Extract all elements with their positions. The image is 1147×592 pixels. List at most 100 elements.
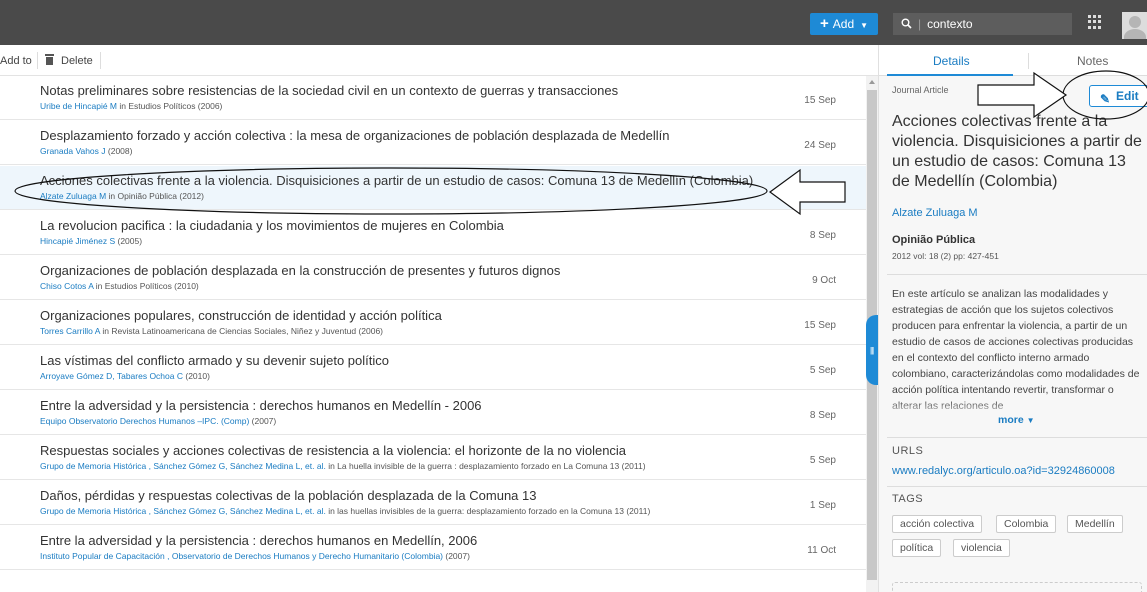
details-url-link[interactable]: www.redalyc.org/articulo.oa?id=329248600… xyxy=(892,465,1115,477)
document-title[interactable]: Acciones colectivas frente a la violenci… xyxy=(40,173,753,188)
document-date: 24 Sep xyxy=(804,140,836,151)
document-meta: Hincapié Jiménez S (2005) xyxy=(40,236,142,246)
tag-chip[interactable]: acción colectiva xyxy=(892,515,983,533)
document-title[interactable]: Las vístimas del conflicto armado y su d… xyxy=(40,353,389,368)
search-icon xyxy=(901,18,912,29)
details-journal: Opinião Pública xyxy=(892,234,976,246)
more-button[interactable]: more ▼ xyxy=(998,414,1035,426)
search-value: contexto xyxy=(927,17,973,31)
tag-chip[interactable]: Medellín xyxy=(1067,515,1123,533)
list-item[interactable]: La revolucion pacifica : la ciudadania y… xyxy=(0,211,866,255)
active-tab-indicator xyxy=(887,74,1013,76)
toolbar-divider xyxy=(37,52,38,69)
document-meta: Uribe de Hincapié M in Estudios Político… xyxy=(40,101,222,111)
pencil-icon: ✎ xyxy=(1100,92,1111,106)
details-author[interactable]: Alzate Zuluaga M xyxy=(892,207,978,219)
search-input[interactable]: | contexto xyxy=(893,13,1072,35)
document-meta: Arroyave Gómez D, Tabares Ochoa C (2010) xyxy=(40,371,210,381)
document-authors[interactable]: Grupo de Memoria Histórica , Sánchez Góm… xyxy=(40,461,326,471)
list-item[interactable]: Desplazamiento forzado y acción colectiv… xyxy=(0,121,866,165)
details-journal-meta: 2012 vol: 18 (2) pp: 427-451 xyxy=(892,251,999,261)
section-divider xyxy=(887,274,1147,275)
document-title[interactable]: Desplazamiento forzado y acción colectiv… xyxy=(40,128,669,143)
tab-details[interactable]: Details xyxy=(933,54,970,68)
document-source: (2007) xyxy=(249,416,277,426)
list-item[interactable]: Respuestas sociales y acciones colectiva… xyxy=(0,436,866,480)
list-item[interactable]: Daños, pérdidas y respuestas colectivas … xyxy=(0,481,866,525)
document-date: 8 Sep xyxy=(809,410,836,421)
document-title[interactable]: Entre la adversidad y la persistencia : … xyxy=(40,533,477,548)
document-authors[interactable]: Torres Carrillo A xyxy=(40,326,100,336)
document-authors[interactable]: Granada Vahos J xyxy=(40,146,106,156)
list-item[interactable]: Notas preliminares sobre resistencias de… xyxy=(0,76,866,120)
apps-grid-icon[interactable] xyxy=(1088,15,1102,29)
document-title[interactable]: Organizaciones populares, construcción d… xyxy=(40,308,442,323)
search-separator: | xyxy=(918,17,922,31)
document-title[interactable]: Entre la adversidad y la persistencia : … xyxy=(40,398,482,413)
list-item[interactable]: Entre la adversidad y la persistencia : … xyxy=(0,391,866,435)
document-source: in las huellas invisibles de la guerra: … xyxy=(325,506,651,516)
document-authors[interactable]: Chiso Cotos A xyxy=(40,281,93,291)
section-divider xyxy=(887,486,1147,487)
tag-chip[interactable]: política xyxy=(892,539,942,557)
document-date: 15 Sep xyxy=(804,320,836,331)
top-bar: + Add ▼ | contexto xyxy=(0,0,1147,45)
edit-button[interactable]: ✎ Edit xyxy=(1089,85,1147,107)
document-authors[interactable]: Arroyave Gómez D, Tabares Ochoa C xyxy=(40,371,183,381)
toolbar-divider xyxy=(100,52,101,69)
document-meta: Instituto Popular de Capacitación , Obse… xyxy=(40,551,470,561)
document-authors[interactable]: Hincapié Jiménez S xyxy=(40,236,115,246)
document-source: (2007) xyxy=(443,551,470,561)
document-title[interactable]: Organizaciones de población desplazada e… xyxy=(40,263,560,278)
document-date: 5 Sep xyxy=(809,365,836,376)
document-date: 8 Sep xyxy=(809,230,836,241)
list-item[interactable]: Organizaciones populares, construcción d… xyxy=(0,301,866,345)
chevron-down-icon: ▼ xyxy=(860,21,869,30)
document-authors[interactable]: Instituto Popular de Capacitación , Obse… xyxy=(40,551,443,561)
drop-zone[interactable] xyxy=(892,582,1142,592)
list-toolbar: Add to Delete xyxy=(0,45,878,76)
details-abstract: En este artículo se analizan las modalid… xyxy=(892,288,1140,412)
document-list: Notas preliminares sobre resistencias de… xyxy=(0,76,866,592)
tab-divider xyxy=(1028,53,1029,69)
list-item[interactable]: Entre la adversidad y la persistencia : … xyxy=(0,526,866,570)
document-source: (2010) xyxy=(183,371,210,381)
document-meta: Grupo de Memoria Histórica , Sánchez Góm… xyxy=(40,506,650,516)
document-title[interactable]: Respuestas sociales y acciones colectiva… xyxy=(40,443,626,458)
document-type: Journal Article xyxy=(892,85,949,95)
list-item-selected[interactable]: Acciones colectivas frente a la violenci… xyxy=(0,166,866,210)
document-meta: Torres Carrillo A in Revista Latinoameri… xyxy=(40,326,383,336)
document-title[interactable]: Daños, pérdidas y respuestas colectivas … xyxy=(40,488,536,503)
tag-chip[interactable]: Colombia xyxy=(996,515,1057,533)
document-meta: Equipo Observatorio Derechos Humanos –IP… xyxy=(40,416,276,426)
document-date: 24 Sep xyxy=(804,185,836,196)
list-item[interactable]: Las vístimas del conflicto armado y su d… xyxy=(0,346,866,390)
tag-chip[interactable]: violencia xyxy=(953,539,1010,557)
document-source: (2008) xyxy=(105,146,133,156)
scroll-up-arrow-icon[interactable] xyxy=(869,80,875,84)
list-item[interactable]: Organizaciones de población desplazada e… xyxy=(0,256,866,300)
tags-heading: TAGS xyxy=(892,493,924,505)
document-date: 5 Sep xyxy=(809,455,836,466)
chevron-down-icon: ▼ xyxy=(1026,416,1035,425)
document-title[interactable]: Notas preliminares sobre resistencias de… xyxy=(40,83,618,98)
plus-icon: + xyxy=(820,15,829,32)
document-source: in La huella invisible de la guerra : de… xyxy=(325,461,646,471)
document-authors[interactable]: Grupo de Memoria Histórica , Sánchez Góm… xyxy=(40,506,326,516)
details-panel: Details Notes Journal Article ✎ Edit Acci… xyxy=(878,45,1147,592)
document-title[interactable]: La revolucion pacifica : la ciudadania y… xyxy=(40,218,504,233)
document-authors[interactable]: Alzate Zuluaga M xyxy=(40,191,106,201)
document-meta: Granada Vahos J (2008) xyxy=(40,146,132,156)
user-avatar-icon[interactable] xyxy=(1122,12,1147,39)
document-authors[interactable]: Uribe de Hincapié M xyxy=(40,101,117,111)
add-button-label: Add xyxy=(832,17,855,31)
delete-button[interactable]: Delete xyxy=(61,55,93,67)
document-authors[interactable]: Equipo Observatorio Derechos Humanos –IP… xyxy=(40,416,249,426)
more-button-label: more xyxy=(998,414,1024,426)
add-to-button[interactable]: Add to xyxy=(0,55,32,67)
tab-notes[interactable]: Notes xyxy=(1077,54,1108,68)
document-source: in Estudios Políticos (2006) xyxy=(117,101,223,111)
document-date: 15 Sep xyxy=(804,95,836,106)
add-button[interactable]: + Add ▼ xyxy=(810,13,878,35)
trash-icon[interactable] xyxy=(45,54,54,65)
